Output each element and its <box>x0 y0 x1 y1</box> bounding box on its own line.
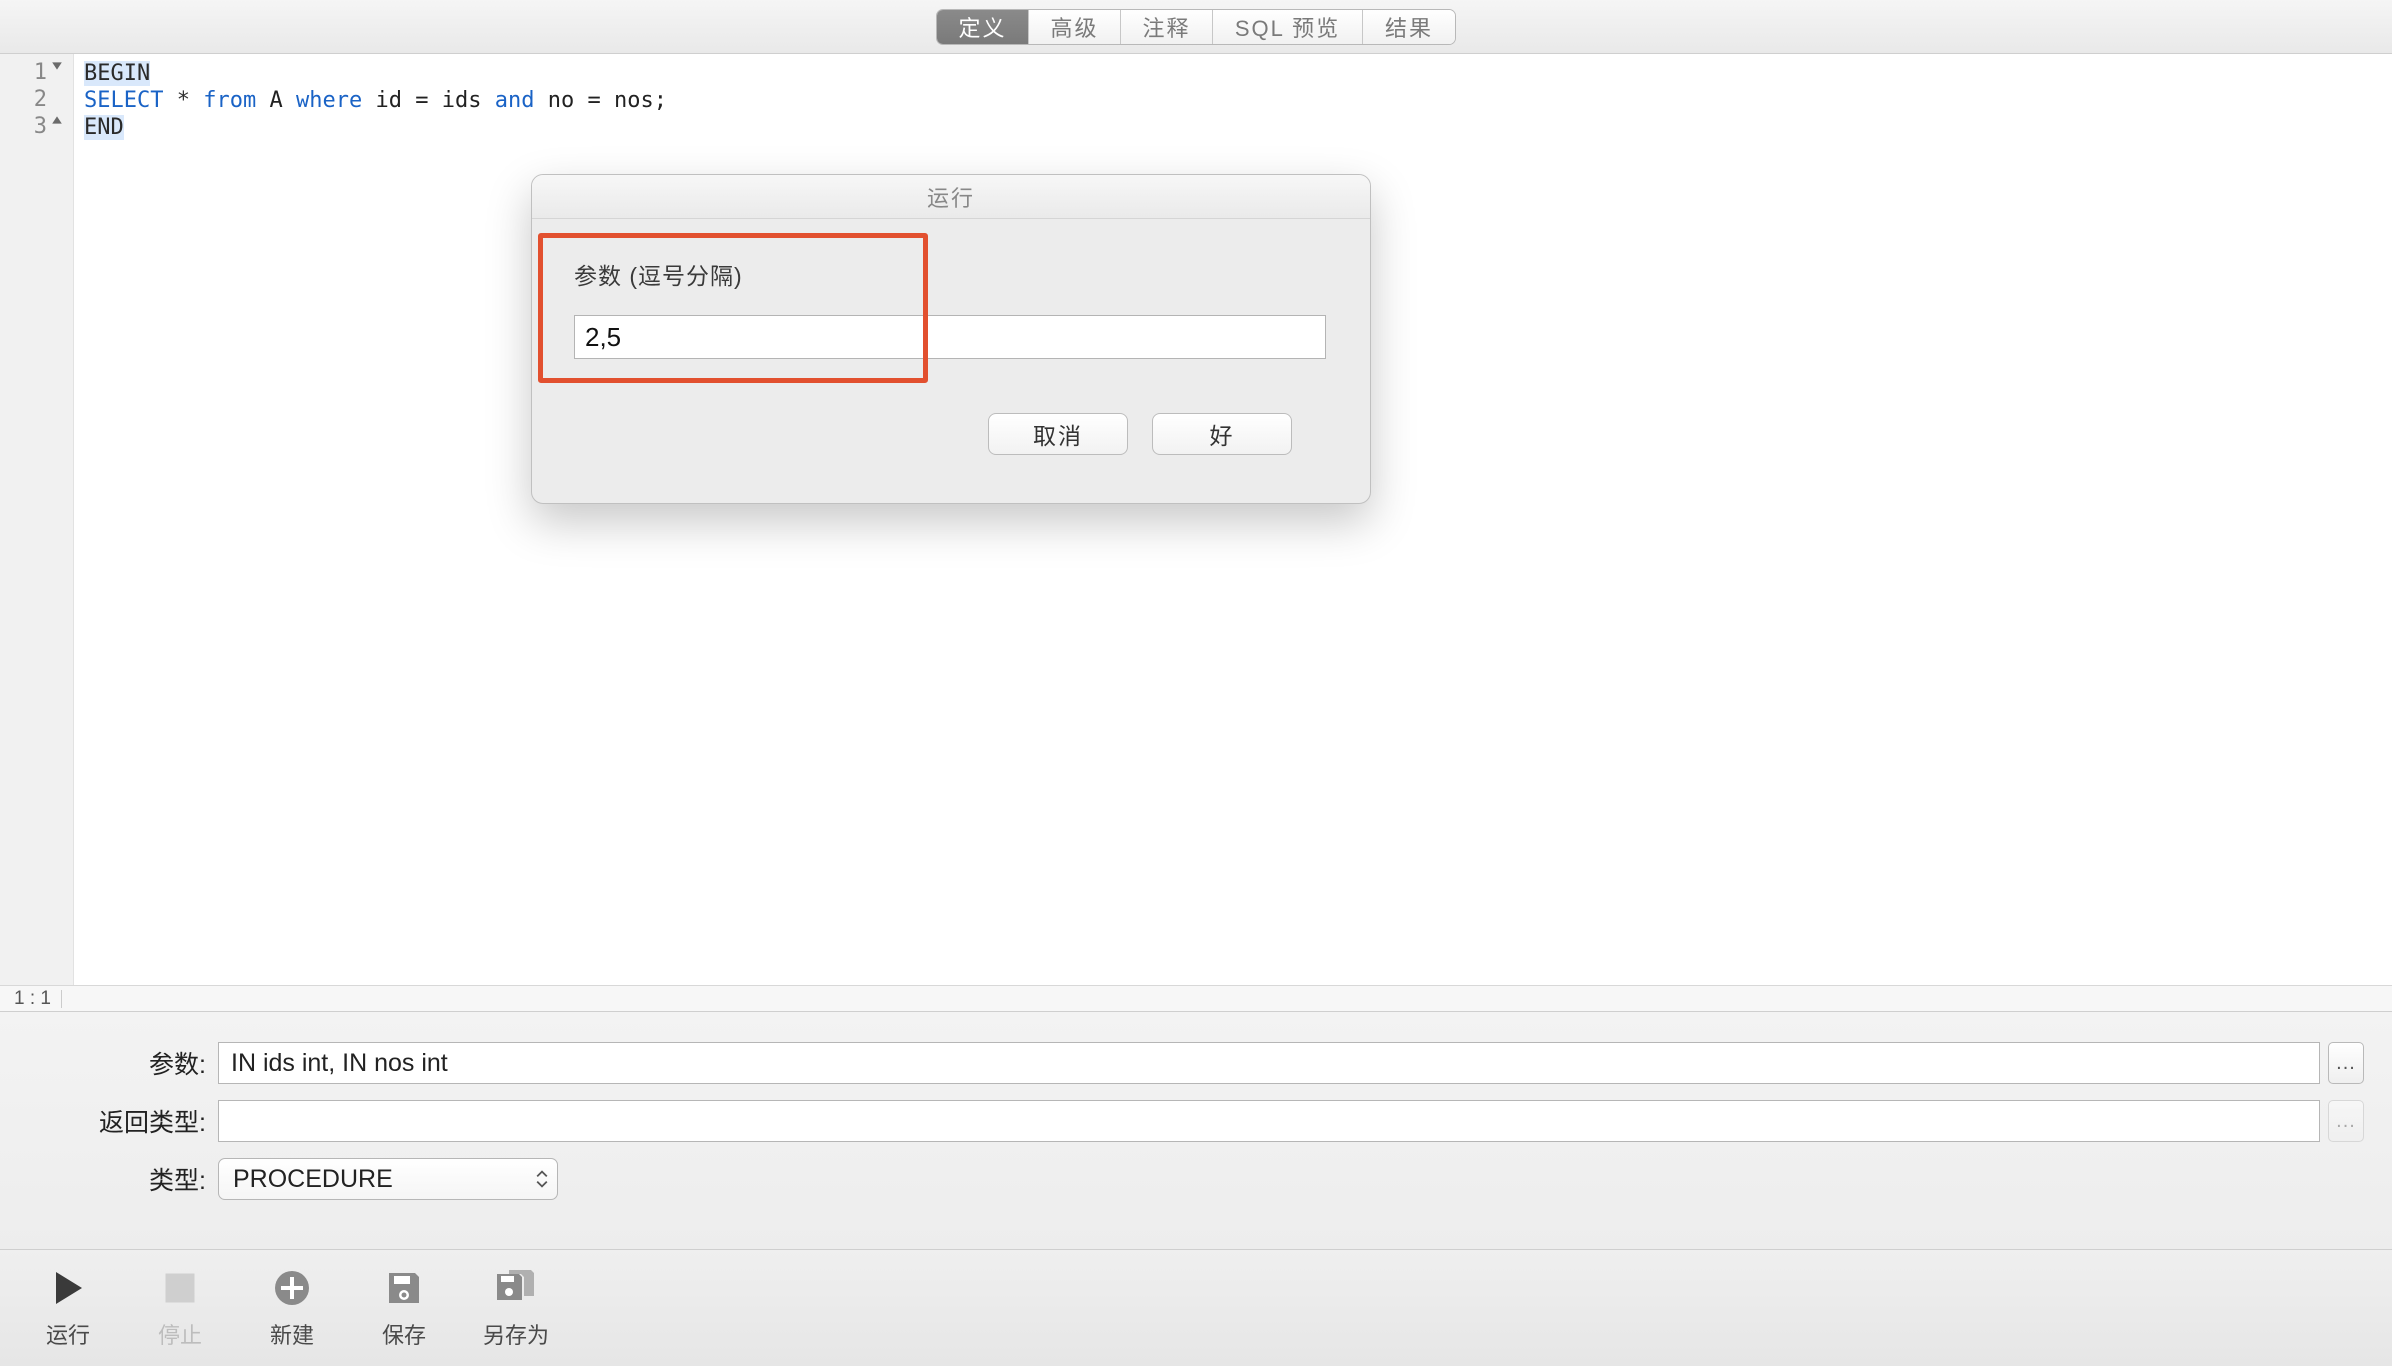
code-col-no: no <box>548 88 575 113</box>
save-icon <box>385 1266 423 1310</box>
save-as-button[interactable]: 另存为 <box>466 1266 566 1350</box>
dialog-param-input[interactable] <box>574 315 1326 359</box>
code-gutter: 1 2 3 <box>0 54 74 985</box>
code-kw-select: SELECT <box>84 88 163 113</box>
save-as-icon <box>495 1266 537 1310</box>
type-select-value: PROCEDURE <box>233 1165 393 1194</box>
tab-comment[interactable]: 注释 <box>1121 10 1213 44</box>
action-toolbar: 运行 停止 新建 保存 另存为 <box>0 1249 2392 1366</box>
run-dialog: 运行 参数 (逗号分隔) 取消 好 <box>531 174 1371 504</box>
save-as-label: 另存为 <box>483 1318 549 1350</box>
run-label: 运行 <box>46 1318 90 1350</box>
code-col-id: id <box>375 88 402 113</box>
dialog-cancel-button[interactable]: 取消 <box>988 413 1128 455</box>
plus-circle-icon <box>272 1266 312 1310</box>
code-param-nos: nos; <box>614 88 667 113</box>
code-editor[interactable]: 1 2 3 BEGIN SELECT * from A where id = i… <box>0 54 2392 985</box>
code-eq: = <box>415 88 428 113</box>
return-type-more-button: ... <box>2328 1100 2364 1142</box>
line-number: 1 <box>23 60 47 85</box>
tab-advanced[interactable]: 高级 <box>1029 10 1121 44</box>
params-more-button[interactable]: ... <box>2328 1042 2364 1084</box>
save-button[interactable]: 保存 <box>354 1266 454 1350</box>
code-kw-where: where <box>296 88 362 113</box>
dialog-ok-button[interactable]: 好 <box>1152 413 1292 455</box>
top-toolbar: 定义 高级 注释 SQL 预览 结果 <box>0 0 2392 54</box>
dialog-param-label: 参数 (逗号分隔) <box>574 257 1332 291</box>
play-icon <box>48 1266 88 1310</box>
cursor-position: 1 : 1 <box>14 988 51 1010</box>
code-eq: = <box>587 88 600 113</box>
tab-results-label: 结果 <box>1385 11 1433 43</box>
type-label: 类型: <box>28 1161 218 1197</box>
ellipsis-icon: ... <box>2336 1052 2356 1075</box>
dialog-title-text: 运行 <box>927 181 975 213</box>
status-divider <box>61 990 62 1008</box>
code-begin: BEGIN <box>84 61 150 86</box>
dialog-cancel-label: 取消 <box>1033 417 1083 451</box>
new-button[interactable]: 新建 <box>242 1266 342 1350</box>
tab-sql-preview-label: SQL 预览 <box>1235 11 1340 43</box>
stop-label: 停止 <box>158 1318 202 1350</box>
tab-definition[interactable]: 定义 <box>937 10 1029 44</box>
tab-comment-label: 注释 <box>1142 11 1190 43</box>
return-type-label: 返回类型: <box>28 1103 218 1139</box>
dialog-ok-label: 好 <box>1210 417 1235 451</box>
code-table: A <box>269 88 282 113</box>
code-end: END <box>84 115 124 140</box>
dialog-title: 运行 <box>532 175 1370 219</box>
stop-button: 停止 <box>130 1266 230 1350</box>
tab-sql-preview[interactable]: SQL 预览 <box>1213 10 1363 44</box>
code-star: * <box>177 88 190 113</box>
tab-results[interactable]: 结果 <box>1363 10 1455 44</box>
params-label: 参数: <box>28 1045 218 1081</box>
tab-advanced-label: 高级 <box>1050 11 1098 43</box>
fold-toggle-icon[interactable] <box>47 60 67 72</box>
stop-icon <box>162 1266 198 1310</box>
form-panel: 参数: ... 返回类型: ... 类型: PROCEDURE <box>0 1011 2392 1249</box>
params-input[interactable] <box>218 1042 2320 1084</box>
type-select[interactable]: PROCEDURE <box>218 1158 558 1200</box>
code-param-ids: ids <box>442 88 482 113</box>
line-number: 3 <box>23 114 47 139</box>
ellipsis-icon: ... <box>2336 1110 2356 1133</box>
code-kw-from: from <box>203 88 256 113</box>
tab-bar: 定义 高级 注释 SQL 预览 结果 <box>936 9 1456 45</box>
run-button[interactable]: 运行 <box>18 1266 118 1350</box>
code-kw-and: and <box>495 88 535 113</box>
status-bar: 1 : 1 <box>0 985 2392 1011</box>
return-type-input[interactable] <box>218 1100 2320 1142</box>
new-label: 新建 <box>270 1318 314 1350</box>
tab-definition-label: 定义 <box>958 11 1006 43</box>
line-number: 2 <box>23 87 47 112</box>
save-label: 保存 <box>382 1318 426 1350</box>
fold-toggle-icon[interactable] <box>47 114 67 126</box>
